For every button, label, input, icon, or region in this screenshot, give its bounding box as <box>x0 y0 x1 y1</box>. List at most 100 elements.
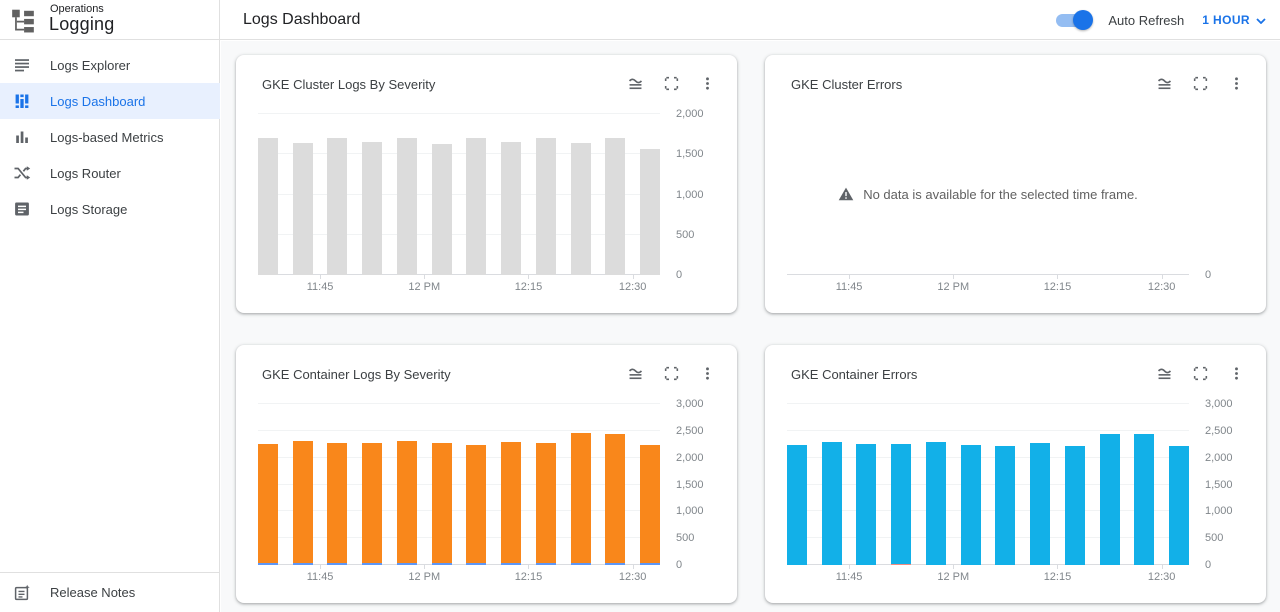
bar-top-segment <box>362 443 382 563</box>
x-axis-tick-label: 12 PM <box>937 571 969 583</box>
y-axis-tick-label: 1,500 <box>676 148 724 160</box>
bar-top-segment <box>397 441 417 563</box>
bar-top-segment <box>1065 446 1085 565</box>
y-axis-tick-label: 2,500 <box>1205 425 1253 437</box>
chart-plot: 05001,0001,5002,0002,5003,00011:4512 PM1… <box>258 404 660 565</box>
chart-actions <box>1156 365 1245 382</box>
fullscreen-icon[interactable] <box>1192 75 1209 92</box>
x-axis-tick-label: 12:30 <box>1148 281 1176 293</box>
chart-title: GKE Cluster Errors <box>791 77 902 92</box>
y-axis-tick-label: 1,000 <box>676 505 724 517</box>
bar-bar-segment <box>258 138 278 275</box>
x-axis-tick <box>953 275 954 279</box>
bar-top-segment <box>501 442 521 563</box>
fullscreen-icon[interactable] <box>663 365 680 382</box>
logs-explorer-icon <box>13 56 31 74</box>
bar-bar-segment <box>293 143 313 275</box>
chart-actions <box>1156 75 1245 92</box>
chart-card-gke-container-logs-by-severity: GKE Container Logs By Severity 05001,000… <box>236 345 737 603</box>
gridline <box>258 153 660 154</box>
x-axis-tick <box>633 565 634 569</box>
y-axis-tick-label: 500 <box>676 229 724 241</box>
x-axis-tick <box>424 275 425 279</box>
x-axis-tick-label: 12:30 <box>619 571 647 583</box>
x-axis-line <box>258 564 660 565</box>
fullscreen-icon[interactable] <box>663 75 680 92</box>
y-axis-tick-label: 1,500 <box>676 479 724 491</box>
bar-top-segment <box>891 444 911 564</box>
more-vert-icon[interactable] <box>1228 75 1245 92</box>
chart-title: GKE Container Errors <box>791 367 917 382</box>
gridline <box>787 403 1189 404</box>
bar-bottom-segment <box>466 563 486 565</box>
more-vert-icon[interactable] <box>699 365 716 382</box>
sidebar-item-label: Logs Router <box>50 166 121 181</box>
bar-top-segment <box>961 445 981 565</box>
x-axis-tick <box>849 275 850 279</box>
release-notes-icon <box>13 584 31 602</box>
x-axis-tick <box>1057 275 1058 279</box>
bar-bottom-segment <box>891 564 911 565</box>
sidebar-item-logs-explorer[interactable]: Logs Explorer <box>0 47 220 83</box>
gridline <box>258 430 660 431</box>
fullscreen-icon[interactable] <box>1192 365 1209 382</box>
gridline <box>258 403 660 404</box>
x-axis-tick-label: 12 PM <box>408 571 440 583</box>
x-axis-tick <box>633 275 634 279</box>
sidebar-item-logs-storage[interactable]: Logs Storage <box>0 191 220 227</box>
chart-legend-icon[interactable] <box>1156 365 1173 382</box>
gridline <box>258 537 660 538</box>
time-range-dropdown[interactable]: 1 HOUR <box>1202 13 1266 27</box>
more-vert-icon[interactable] <box>1228 365 1245 382</box>
bar-top-segment <box>1100 434 1120 565</box>
chart-legend-icon[interactable] <box>627 75 644 92</box>
x-axis-tick-label: 11:45 <box>836 281 863 293</box>
sidebar-item-release-notes[interactable]: Release Notes <box>0 572 219 612</box>
x-axis-tick <box>528 275 529 279</box>
bar-bottom-segment <box>536 563 556 565</box>
x-axis-tick-label: 12:30 <box>619 281 647 293</box>
bar-bar-segment <box>640 149 660 275</box>
x-axis-line <box>787 564 1189 565</box>
chart-card-gke-cluster-errors: GKE Cluster Errors 011:4512 PM12:1512:30… <box>765 55 1266 313</box>
x-axis-tick-label: 12 PM <box>937 281 969 293</box>
bar-bar-segment <box>501 142 521 275</box>
bar-bar-segment <box>571 143 591 275</box>
logo[interactable]: Operations Logging <box>0 0 219 40</box>
auto-refresh-toggle[interactable] <box>1056 14 1090 27</box>
chart-plot: 05001,0001,5002,00011:4512 PM12:1512:30 <box>258 114 660 275</box>
bar-top-segment <box>787 445 807 565</box>
y-axis-tick-label: 2,000 <box>676 108 724 120</box>
gridline <box>787 457 1189 458</box>
chart-plot: 011:4512 PM12:1512:30No data is availabl… <box>787 114 1189 275</box>
chart-actions <box>627 75 716 92</box>
y-axis-tick-label: 1,000 <box>1205 505 1253 517</box>
bar-top-segment <box>1169 446 1189 565</box>
gridline <box>787 537 1189 538</box>
header-controls: Auto Refresh 1 HOUR <box>1056 0 1266 40</box>
bar-top-segment <box>926 442 946 565</box>
bar-top-segment <box>856 444 876 565</box>
logs-storage-icon <box>13 200 31 218</box>
more-vert-icon[interactable] <box>699 75 716 92</box>
x-axis-tick <box>1162 275 1163 279</box>
sidebar-item-logs-based-metrics[interactable]: Logs-based Metrics <box>0 119 220 155</box>
bar-top-segment <box>605 434 625 563</box>
toggle-knob <box>1073 10 1093 30</box>
chart-legend-icon[interactable] <box>1156 75 1173 92</box>
y-axis-tick-label: 500 <box>676 532 724 544</box>
gridline <box>787 484 1189 485</box>
bar-bottom-segment <box>640 563 660 565</box>
sidebar-item-logs-dashboard[interactable]: Logs Dashboard <box>0 83 220 119</box>
page-header: Logs Dashboard Auto Refresh 1 HOUR <box>220 0 1280 40</box>
x-axis-tick-label: 11:45 <box>307 571 334 583</box>
chart-legend-icon[interactable] <box>627 365 644 382</box>
sidebar-item-logs-router[interactable]: Logs Router <box>0 155 220 191</box>
gridline <box>258 234 660 235</box>
auto-refresh-label: Auto Refresh <box>1108 13 1184 28</box>
release-notes-label: Release Notes <box>50 585 135 600</box>
bar-top-segment <box>995 446 1015 565</box>
bar-bottom-segment <box>293 563 313 565</box>
bar-bar-segment <box>432 144 452 275</box>
y-axis-tick-label: 3,000 <box>1205 398 1253 410</box>
